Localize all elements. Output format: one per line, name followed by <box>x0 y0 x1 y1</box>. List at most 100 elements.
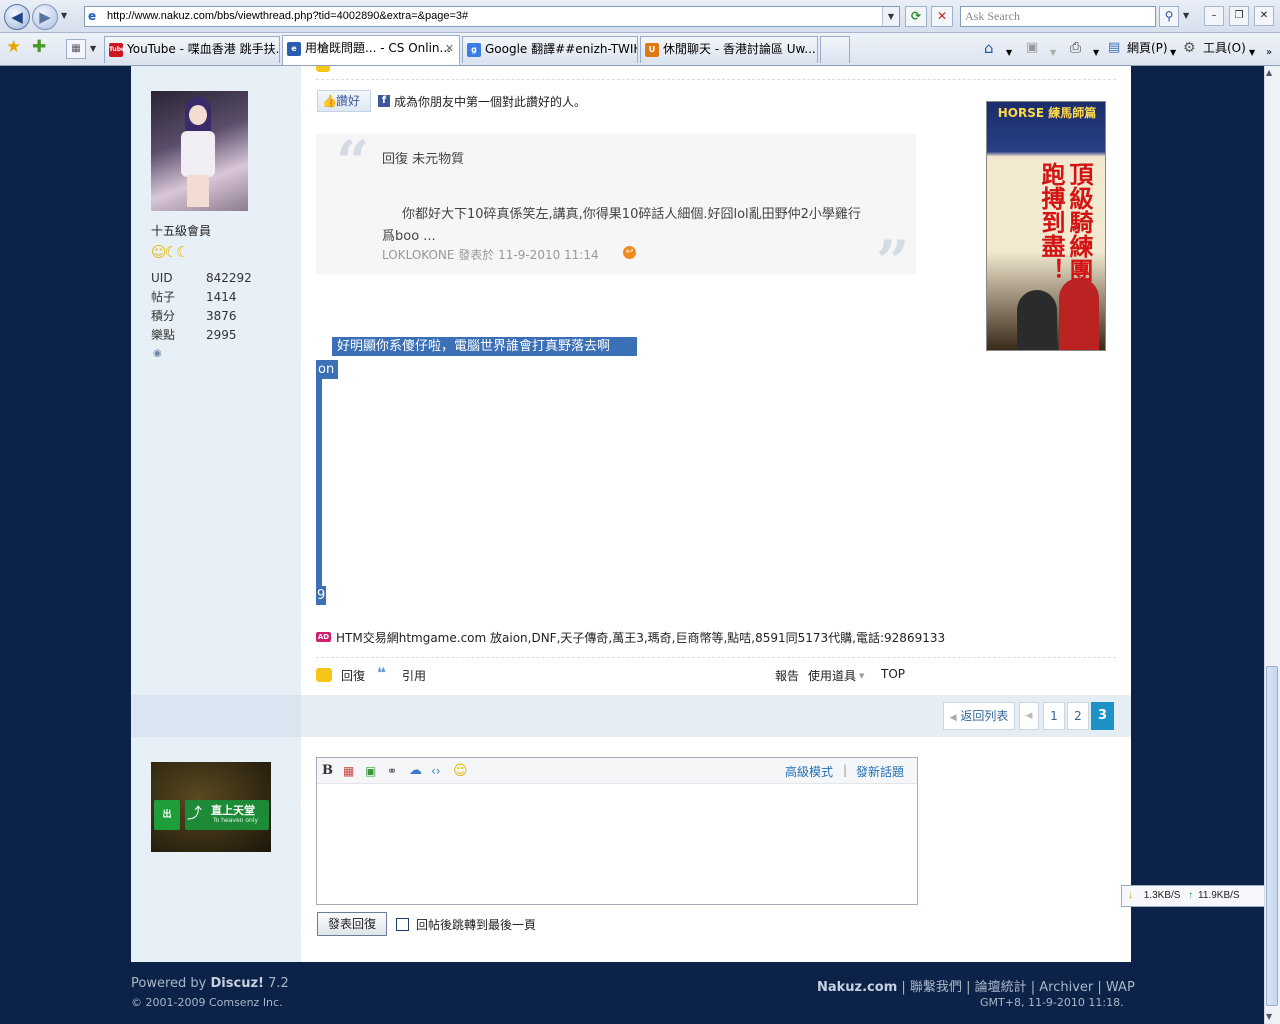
add-favorites-icon[interactable]: ✚ <box>32 37 46 57</box>
print-dropdown-icon[interactable]: ▼ <box>1093 44 1099 62</box>
tab-list-dropdown-icon[interactable]: ▼ <box>90 44 96 53</box>
quote-insert-icon[interactable]: ☁ <box>409 763 422 778</box>
address-dropdown-icon[interactable]: ▼ <box>882 7 899 26</box>
page-link[interactable]: 2 <box>1067 702 1089 730</box>
ad-banner-figure <box>1017 290 1057 350</box>
stat-value: 842292 <box>206 271 252 285</box>
favorites-star-icon[interactable]: ★ <box>6 37 21 57</box>
upload-speed: 11.9KB/S <box>1198 890 1240 901</box>
user-stats: UID 842292 帖子 1414 積分 3876 樂點 2995 <box>151 269 271 345</box>
footer-link[interactable]: WAP <box>1106 980 1135 995</box>
scroll-down-icon[interactable]: ▼ <box>1266 1012 1272 1021</box>
user-avatar[interactable] <box>151 91 248 211</box>
scroll-up-icon[interactable]: ▲ <box>1266 68 1272 77</box>
current-page[interactable]: 3 <box>1091 702 1114 730</box>
arrow-up-icon: ↑ <box>1188 890 1194 901</box>
powered-version: 7.2 <box>268 976 289 991</box>
home-dropdown-icon[interactable]: ▼ <box>1006 44 1012 62</box>
stat-row: 積分 3876 <box>151 307 271 326</box>
prev-page-icon[interactable]: ◀ <box>1019 702 1039 730</box>
home-icon[interactable]: ⌂ <box>984 39 994 57</box>
close-tab-icon[interactable]: ✕ <box>445 36 454 61</box>
footer-link[interactable]: Nakuz.com <box>817 980 897 995</box>
print-icon[interactable]: ⎙ <box>1070 39 1081 57</box>
post-header-divider <box>316 66 1116 80</box>
ie-page-icon: e <box>88 9 97 23</box>
feeds-dropdown-icon[interactable]: ▼ <box>1050 44 1056 62</box>
server-time: GMT+8, 11-9-2010 11:18. <box>980 996 1124 1009</box>
separator: | <box>901 980 910 995</box>
top-button[interactable]: TOP <box>881 667 905 681</box>
ie-page-icon: e <box>287 42 301 56</box>
footer-link[interactable]: Archiver <box>1039 980 1093 995</box>
separator: | <box>1030 980 1040 995</box>
avatar-figure-body <box>181 131 215 177</box>
page-menu[interactable]: 網頁(P) <box>1127 39 1168 57</box>
scrollbar-thumb[interactable] <box>1266 666 1278 1006</box>
quote-icon[interactable]: ❝ <box>377 664 386 682</box>
search-input[interactable]: Ask Search <box>960 6 1156 27</box>
exit-sign-icon: 出 <box>154 800 180 830</box>
tab-cs-online[interactable]: e 用槍既問題... - CS Onlin... ✕ <box>282 35 460 65</box>
my-avatar[interactable]: 出 ⤴ 直上天堂 To heaven only <box>151 762 271 852</box>
text-ad-link[interactable]: HTM交易網htmgame.com 放aion,DNF,天子傳奇,萬王3,瑪奇,… <box>336 629 945 646</box>
exit-sign-subtext: To heaven only <box>213 817 259 824</box>
feeds-icon[interactable]: ▣ <box>1026 39 1038 57</box>
ad-banner[interactable]: HORSE 練馬師篇 頂級騎練團代跑搏到盡！ <box>986 101 1106 351</box>
copyright: © 2001-2009 Comsenz Inc. <box>131 996 283 1009</box>
stat-label: 積分 <box>151 309 176 323</box>
code-icon[interactable]: ‹› <box>431 764 441 778</box>
back-to-list-button[interactable]: ◀ 返回列表 <box>943 702 1015 730</box>
tab-uwants[interactable]: U 休閒聊天 - 香港討論區 Uw... <box>640 36 818 63</box>
goto-quote-icon[interactable]: ↩ <box>623 246 636 259</box>
jump-checkbox[interactable] <box>396 918 409 931</box>
tools-menu[interactable]: 工具(O) <box>1203 39 1246 57</box>
refresh-icon[interactable]: ⟳ <box>905 6 927 27</box>
advanced-mode-link[interactable]: 高級模式 <box>785 763 833 780</box>
minimize-icon[interactable]: – <box>1204 6 1224 26</box>
uwants-icon: U <box>645 43 659 57</box>
tools-dropdown-icon[interactable]: ▼ <box>1249 44 1255 62</box>
restore-icon[interactable]: ❐ <box>1229 6 1249 26</box>
selection-highlight <box>316 379 322 586</box>
tab-google-translate[interactable]: g Google 翻譯##enizh-TWIHOLI <box>462 36 638 63</box>
quote-button[interactable]: 引用 <box>402 667 426 684</box>
separator: | <box>1097 980 1106 995</box>
color-icon[interactable]: ▦ <box>343 764 354 778</box>
page-link[interactable]: 1 <box>1043 702 1065 730</box>
stat-row: 帖子 1414 <box>151 288 271 307</box>
submit-reply-button[interactable]: 發表回復 <box>317 912 387 936</box>
chevron-down-icon: ▼ <box>859 672 865 680</box>
like-button[interactable]: 👍 讚好 <box>317 90 371 112</box>
powered-name[interactable]: Discuz! <box>211 976 264 991</box>
quick-tabs-icon[interactable]: ▦ <box>66 39 86 59</box>
transfer-speed-widget: ↓ 1.3KB/S ↑ 11.9KB/S <box>1121 885 1271 907</box>
footer-link[interactable]: 論壇統計 <box>975 980 1027 995</box>
chevron-right-icon[interactable]: » <box>1266 44 1272 62</box>
new-tab-button[interactable] <box>820 36 850 63</box>
bold-icon[interactable]: B <box>322 763 333 778</box>
page-dropdown-icon[interactable]: ▼ <box>1170 44 1176 62</box>
address-bar[interactable]: http://www.nakuz.com/bbs/viewthread.php?… <box>84 6 900 27</box>
stop-icon[interactable]: ✕ <box>931 6 953 27</box>
tools-button[interactable]: 使用道具 <box>808 667 856 684</box>
smiley-icon[interactable]: ☺ <box>453 763 468 779</box>
reply-icon[interactable] <box>316 668 332 682</box>
tab-label: Google 翻譯##enizh-TWIHOLI <box>485 42 637 56</box>
close-window-icon[interactable]: ✕ <box>1254 6 1274 26</box>
link-icon[interactable]: ⚭ <box>387 764 397 778</box>
reply-button[interactable]: 回復 <box>341 667 365 684</box>
stat-value: 2995 <box>206 328 237 342</box>
back-button[interactable]: ◀ <box>4 4 30 30</box>
footer-link[interactable]: 聯繫我們 <box>910 980 962 995</box>
history-dropdown-icon[interactable]: ▼ <box>61 11 67 20</box>
tab-youtube[interactable]: Tube YouTube - 喋血香港 跳手扶... <box>104 36 280 63</box>
avatar-pointer <box>300 790 314 814</box>
forward-button[interactable]: ▶ <box>32 4 58 30</box>
new-topic-link[interactable]: 發新話題 <box>856 763 904 780</box>
search-icon[interactable]: ⚲ <box>1159 6 1179 27</box>
report-button[interactable]: 報告 <box>775 667 799 684</box>
search-dropdown-icon[interactable]: ▼ <box>1183 11 1189 20</box>
image-icon[interactable]: ▣ <box>365 764 376 778</box>
divider <box>316 657 1116 658</box>
